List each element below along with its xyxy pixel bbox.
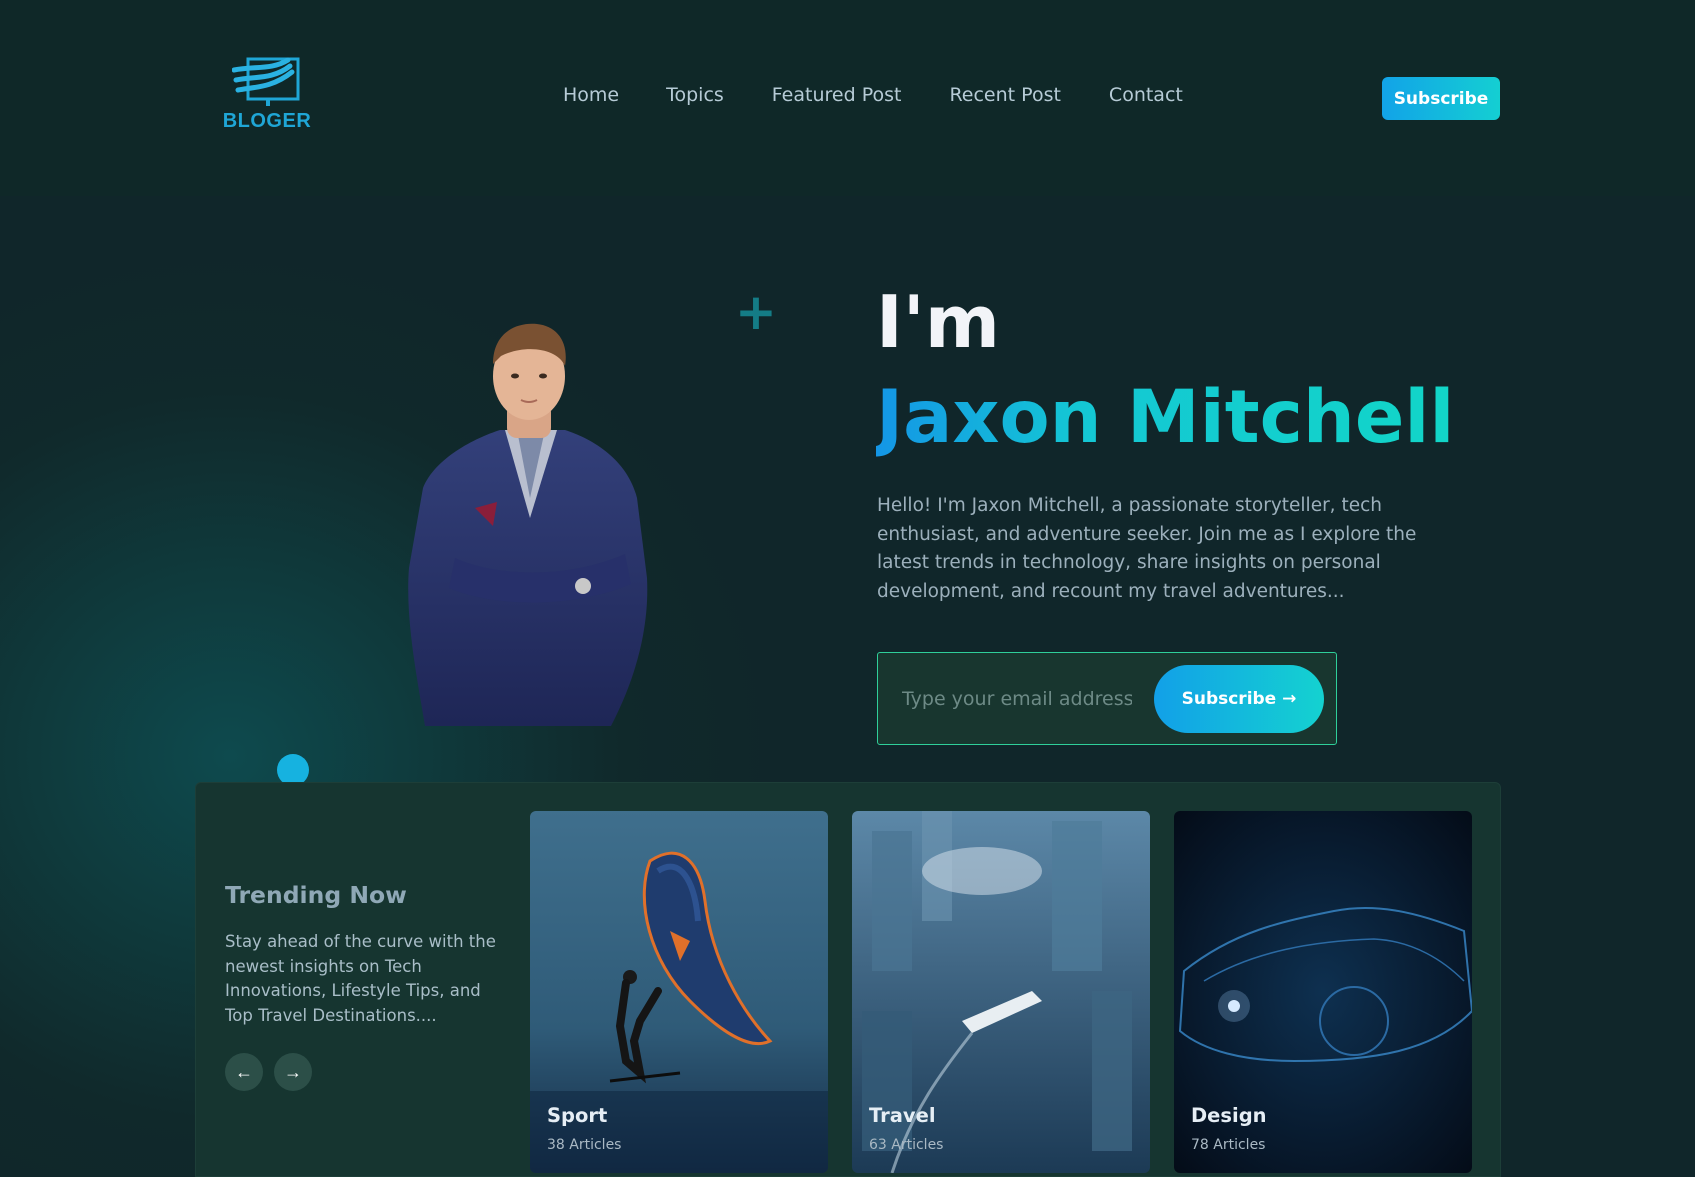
arrow-left-icon: ← bbox=[235, 1061, 253, 1082]
nav-recent-post[interactable]: Recent Post bbox=[949, 84, 1060, 106]
hero-greeting: I'm bbox=[876, 280, 1000, 364]
nav-home[interactable]: Home bbox=[563, 84, 619, 106]
card-article-count: 78 Articles bbox=[1191, 1137, 1266, 1153]
brand-logo[interactable]: BLOGER bbox=[222, 56, 312, 136]
category-card-design[interactable]: Design 78 Articles bbox=[1174, 811, 1472, 1173]
newsletter-form: Subscribe → bbox=[877, 652, 1337, 745]
arrow-right-icon: → bbox=[284, 1061, 302, 1082]
card-title: Design bbox=[1191, 1104, 1267, 1127]
carousel-next-button[interactable]: → bbox=[274, 1053, 312, 1091]
card-article-count: 38 Articles bbox=[547, 1137, 622, 1153]
carousel-prev-button[interactable]: ← bbox=[225, 1053, 263, 1091]
trending-title: Trending Now bbox=[225, 881, 407, 909]
nav-topics[interactable]: Topics bbox=[666, 84, 724, 106]
logo-icon bbox=[232, 57, 300, 106]
header-subscribe-button[interactable]: Subscribe bbox=[1382, 77, 1500, 120]
brand-name: BLOGER bbox=[222, 110, 312, 132]
hero-name: Jaxon Mitchell bbox=[876, 375, 1455, 460]
category-card-sport[interactable]: Sport 38 Articles bbox=[530, 811, 828, 1173]
author-portrait bbox=[405, 318, 655, 726]
trending-description: Stay ahead of the curve with the newest … bbox=[225, 932, 496, 1025]
trending-panel: Trending Now Stay ahead of the curve wit… bbox=[195, 782, 1501, 1177]
email-input[interactable] bbox=[902, 681, 1132, 717]
nav-contact[interactable]: Contact bbox=[1109, 84, 1183, 106]
category-card-travel[interactable]: Travel 63 Articles bbox=[852, 811, 1150, 1173]
nav-featured-post[interactable]: Featured Post bbox=[772, 84, 902, 106]
hero-bio: Hello! I'm Jaxon Mitchell, a passionate … bbox=[877, 495, 1417, 602]
card-title: Travel bbox=[869, 1104, 936, 1127]
main-nav: Home Topics Featured Post Recent Post Co… bbox=[563, 84, 1183, 106]
plus-decoration-icon: + bbox=[735, 283, 777, 341]
hero-subscribe-button[interactable]: Subscribe → bbox=[1154, 665, 1324, 733]
card-title: Sport bbox=[547, 1104, 608, 1127]
card-article-count: 63 Articles bbox=[869, 1137, 944, 1153]
